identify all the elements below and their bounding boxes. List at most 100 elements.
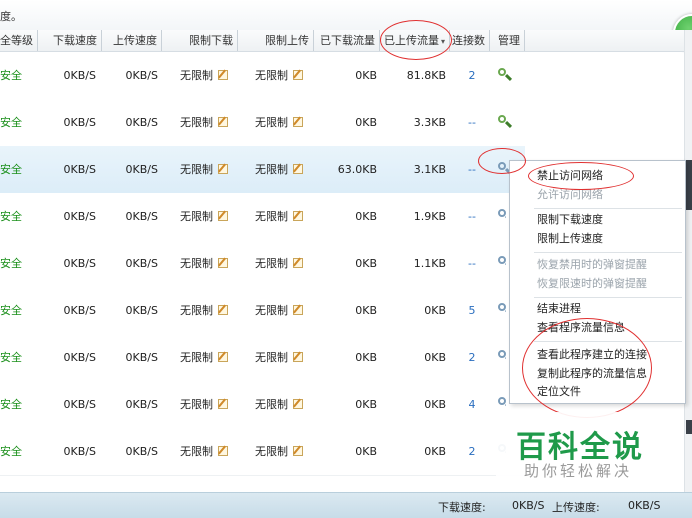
table-row[interactable]: 安全 0KB/S 0KB/S 无限制 无限制 0KB 0KB 4 — [0, 381, 525, 429]
manage-magnifier-icon[interactable] — [498, 397, 506, 411]
manage-magnifier-icon[interactable] — [498, 350, 506, 364]
table-row[interactable]: 安全 0KB/S 0KB/S 无限制 无限制 0KB 0KB 2 — [0, 428, 525, 476]
edit-icon[interactable] — [218, 117, 228, 127]
edit-icon[interactable] — [218, 258, 228, 268]
cell-limit-upload[interactable]: 无限制 — [255, 381, 303, 428]
edit-icon[interactable] — [218, 446, 228, 456]
edit-icon[interactable] — [293, 352, 303, 362]
cell-downloaded: 0KB — [355, 116, 377, 129]
cell-limit-upload[interactable]: 无限制 — [255, 287, 303, 334]
edit-icon[interactable] — [218, 211, 228, 221]
edit-icon[interactable] — [293, 164, 303, 174]
cell-limit-download[interactable]: 无限制 — [180, 240, 228, 287]
cell-limit-upload[interactable]: 无限制 — [255, 334, 303, 381]
table-row[interactable]: 安全 0KB/S 0KB/S 无限制 无限制 0KB 1.1KB -- — [0, 240, 525, 288]
limit-download-value: 无限制 — [180, 210, 213, 223]
footer-upload-value: 0KB/S — [628, 499, 661, 512]
table-row[interactable]: 安全 0KB/S 0KB/S 无限制 无限制 0KB 0KB 2 — [0, 334, 525, 382]
edit-icon[interactable] — [293, 258, 303, 268]
cell-upload-speed: 0KB/S — [125, 210, 158, 223]
cell-connections[interactable]: 4 — [462, 381, 482, 428]
annotation-circle-sort — [380, 20, 452, 60]
col-connections[interactable]: 连接数 — [450, 30, 490, 51]
table-row[interactable]: 安全 0KB/S 0KB/S 无限制 无限制 0KB 3.3KB -- — [0, 99, 525, 147]
cell-limit-upload[interactable]: 无限制 — [255, 52, 303, 99]
edit-icon[interactable] — [218, 399, 228, 409]
cell-limit-download[interactable]: 无限制 — [180, 193, 228, 240]
cell-limit-upload[interactable]: 无限制 — [255, 240, 303, 287]
col-limit-upload[interactable]: 限制上传 — [238, 30, 314, 51]
cell-connections[interactable]: -- — [462, 99, 482, 146]
cell-connections[interactable]: 2 — [462, 428, 482, 475]
limit-upload-value: 无限制 — [255, 116, 288, 129]
table-header: 全等级 下载速度 上传速度 限制下载 限制上传 已下载流量 已上传流量 ▾ 连接数… — [0, 30, 692, 52]
manage-magnifier-icon[interactable] — [498, 303, 506, 317]
col-limit-download[interactable]: 限制下载 — [162, 30, 238, 51]
cell-download-speed: 0KB/S — [63, 351, 96, 364]
cell-connections[interactable]: -- — [462, 193, 482, 240]
limit-upload-value: 无限制 — [255, 304, 288, 317]
menu-item-limit-download-speed[interactable]: 限制下载速度 — [537, 211, 603, 229]
cell-downloaded: 0KB — [355, 210, 377, 223]
cell-security: 安全 — [0, 210, 22, 223]
cell-manage[interactable] — [498, 52, 516, 99]
cell-limit-upload[interactable]: 无限制 — [255, 428, 303, 475]
cell-uploaded: 1.9KB — [413, 210, 446, 223]
menu-item-restore-limit-popup[interactable]: 恢复限速时的弹窗提醒 — [537, 275, 647, 293]
cell-limit-upload[interactable]: 无限制 — [255, 99, 303, 146]
annotation-circle-options — [522, 318, 652, 418]
cell-limit-download[interactable]: 无限制 — [180, 287, 228, 334]
cell-limit-download[interactable]: 无限制 — [180, 99, 228, 146]
col-security[interactable]: 全等级 — [0, 30, 38, 51]
cell-limit-download[interactable]: 无限制 — [180, 52, 228, 99]
cell-limit-download[interactable]: 无限制 — [180, 428, 228, 475]
cell-limit-upload[interactable]: 无限制 — [255, 146, 303, 193]
cell-limit-download[interactable]: 无限制 — [180, 146, 228, 193]
table-row[interactable]: 安全 0KB/S 0KB/S 无限制 无限制 0KB 1.9KB -- — [0, 193, 525, 241]
manage-magnifier-icon[interactable] — [498, 115, 513, 129]
cell-connections[interactable]: -- — [462, 240, 482, 287]
cell-limit-download[interactable]: 无限制 — [180, 334, 228, 381]
scrollbar-thumb-lower[interactable] — [686, 420, 692, 434]
cell-downloaded: 0KB — [355, 257, 377, 270]
edit-icon[interactable] — [218, 352, 228, 362]
cell-limit-upload[interactable]: 无限制 — [255, 193, 303, 240]
menu-item-restore-block-popup[interactable]: 恢复禁用时的弹窗提醒 — [537, 256, 647, 274]
col-upload-speed[interactable]: 上传速度 — [102, 30, 162, 51]
limit-upload-value: 无限制 — [255, 163, 288, 176]
edit-icon[interactable] — [218, 305, 228, 315]
cell-connections[interactable]: -- — [462, 146, 482, 193]
cell-manage[interactable] — [498, 99, 516, 146]
cell-security: 安全 — [0, 116, 22, 129]
col-downloaded[interactable]: 已下载流量 — [314, 30, 380, 51]
cell-downloaded: 0KB — [355, 445, 377, 458]
cell-connections[interactable]: 5 — [462, 287, 482, 334]
menu-item-end-process[interactable]: 结束进程 — [537, 300, 581, 318]
edit-icon[interactable] — [293, 446, 303, 456]
col-manage[interactable]: 管理 — [490, 30, 525, 51]
cell-upload-speed: 0KB/S — [125, 69, 158, 82]
edit-icon[interactable] — [293, 117, 303, 127]
table-row[interactable]: 安全 0KB/S 0KB/S 无限制 无限制 0KB 81.8KB 2 — [0, 52, 525, 100]
cell-security: 安全 — [0, 351, 22, 364]
cell-connections[interactable]: 2 — [462, 334, 482, 381]
edit-icon[interactable] — [218, 70, 228, 80]
limit-download-value: 无限制 — [180, 351, 213, 364]
cell-connections[interactable]: 2 — [462, 52, 482, 99]
edit-icon[interactable] — [293, 211, 303, 221]
edit-icon[interactable] — [293, 399, 303, 409]
edit-icon[interactable] — [218, 164, 228, 174]
table-row[interactable]: 安全 0KB/S 0KB/S 无限制 无限制 0KB 0KB 5 — [0, 287, 525, 335]
manage-magnifier-icon[interactable] — [498, 68, 513, 82]
manage-magnifier-icon[interactable] — [498, 209, 506, 223]
col-download-speed[interactable]: 下载速度 — [38, 30, 102, 51]
menu-item-limit-upload-speed[interactable]: 限制上传速度 — [537, 230, 603, 248]
cell-upload-speed: 0KB/S — [125, 257, 158, 270]
manage-magnifier-icon[interactable] — [498, 256, 506, 270]
edit-icon[interactable] — [293, 305, 303, 315]
cell-limit-download[interactable]: 无限制 — [180, 381, 228, 428]
cell-downloaded: 0KB — [355, 304, 377, 317]
cell-security: 安全 — [0, 257, 22, 270]
table-row[interactable]: 安全 0KB/S 0KB/S 无限制 无限制 63.0KB 3.1KB -- — [0, 146, 525, 194]
edit-icon[interactable] — [293, 70, 303, 80]
